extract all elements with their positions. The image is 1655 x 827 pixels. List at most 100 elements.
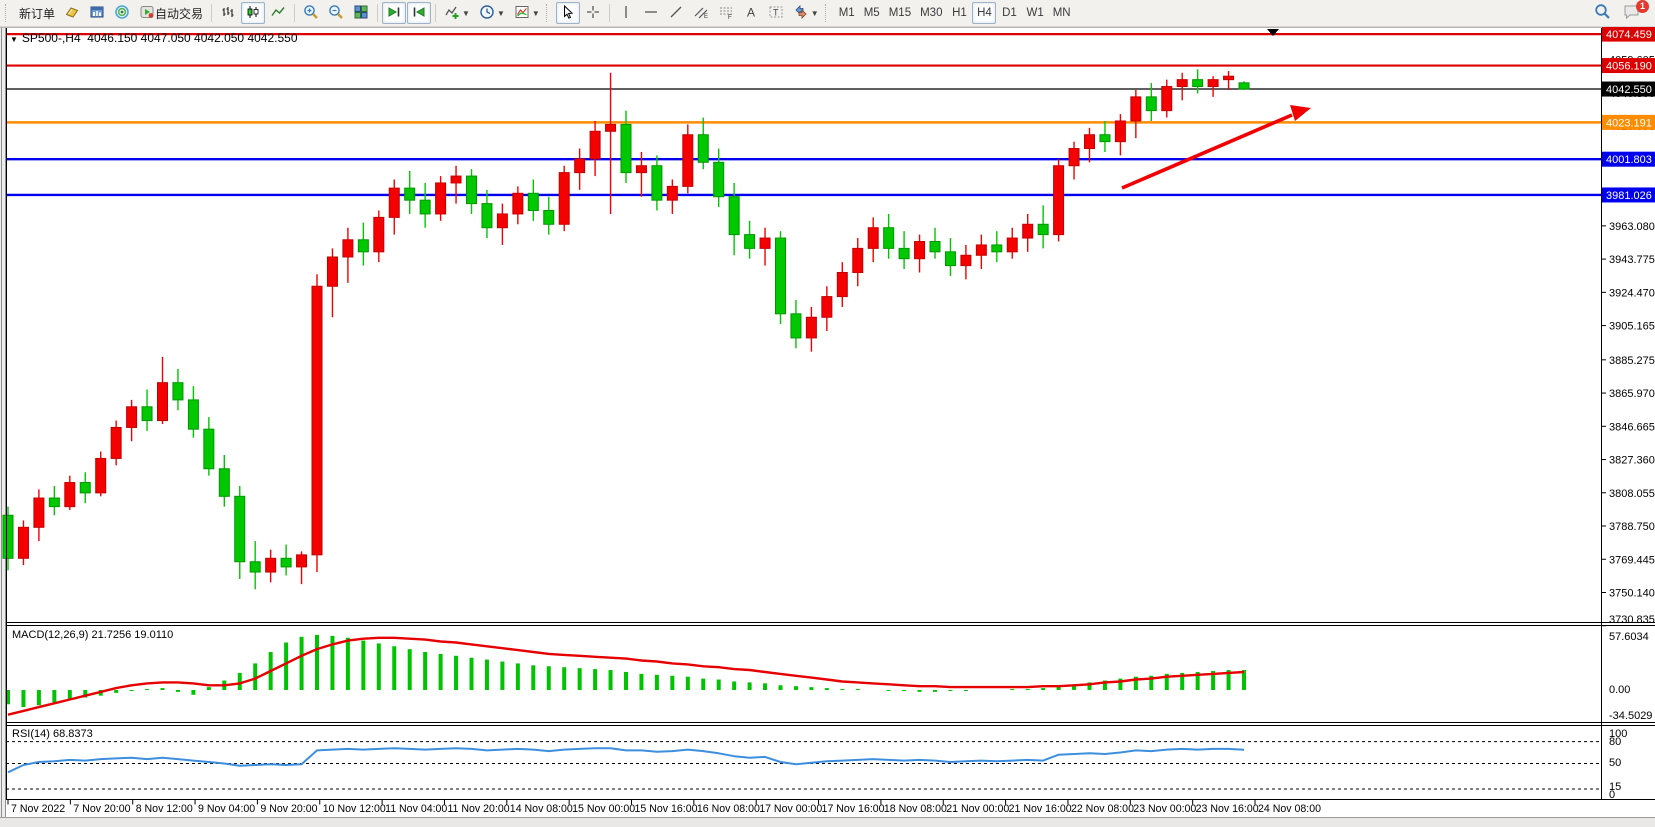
timeframe-button-m1[interactable]: M1	[835, 2, 859, 24]
timeframe-button-h1[interactable]: H1	[947, 2, 971, 24]
trendline-tool-button[interactable]	[664, 2, 688, 24]
line-chart-type-button[interactable]	[266, 2, 290, 24]
candle	[791, 314, 801, 338]
auto-scroll-button[interactable]	[382, 2, 406, 24]
candle	[667, 186, 677, 200]
svg-text:23 Nov 16:00: 23 Nov 16:00	[1196, 803, 1259, 815]
candle	[327, 257, 337, 286]
search-button[interactable]	[1590, 2, 1615, 24]
timeframe-button-mn[interactable]: MN	[1049, 2, 1075, 24]
text-label-tool-button[interactable]: T	[764, 2, 788, 24]
candle	[250, 562, 260, 572]
timeframe-button-m15[interactable]: M15	[885, 2, 915, 24]
candlestick-chart-type-button[interactable]	[241, 2, 265, 24]
toolbar-grip[interactable]	[546, 4, 552, 22]
cursor-button[interactable]	[556, 2, 580, 24]
clock-icon	[479, 4, 495, 23]
svg-text:80: 80	[1609, 736, 1621, 748]
market-watch-window-button[interactable]	[85, 2, 109, 24]
svg-text:4074.459: 4074.459	[1606, 29, 1652, 41]
candle	[358, 240, 368, 252]
signals-button[interactable]	[110, 2, 134, 24]
candle	[1038, 224, 1048, 234]
candle	[945, 252, 955, 266]
timeframe-button-m30[interactable]: M30	[916, 2, 946, 24]
arrows-tool-button[interactable]: ▼	[789, 2, 823, 24]
svg-text:3905.165: 3905.165	[1609, 321, 1655, 333]
timeframe-button-h4[interactable]: H4	[972, 2, 996, 24]
chart-shift-icon	[411, 4, 427, 23]
chart-canvas[interactable]: 3963.0803943.7753924.4703905.1653885.275…	[0, 0, 1655, 827]
svg-text:11 Nov 20:00: 11 Nov 20:00	[447, 803, 509, 815]
candle	[976, 245, 986, 255]
candlestick-icon	[245, 4, 261, 23]
candle	[714, 162, 724, 196]
templates-button[interactable]: ▼	[510, 2, 544, 24]
svg-text:21 Nov 16:00: 21 Nov 16:00	[1009, 803, 1072, 815]
timeframe-button-m5[interactable]: M5	[860, 2, 884, 24]
bottom-strip	[0, 818, 1655, 827]
vertical-line-tool-button[interactable]	[614, 2, 638, 24]
candle	[281, 558, 291, 567]
tile-windows-button[interactable]	[349, 2, 373, 24]
svg-text:3924.470: 3924.470	[1609, 287, 1655, 299]
arrows-icon	[793, 4, 809, 23]
svg-text:23 Nov 00:00: 23 Nov 00:00	[1133, 803, 1196, 815]
chart-window-icon	[89, 4, 105, 23]
periods-button[interactable]: ▼	[475, 2, 509, 24]
svg-text:3730.835: 3730.835	[1609, 614, 1655, 626]
candle	[636, 166, 646, 173]
svg-text:21 Nov 00:00: 21 Nov 00:00	[946, 803, 1009, 815]
new-order-ticket-icon-button[interactable]	[60, 2, 84, 24]
new-order-label: 新订单	[19, 5, 55, 22]
horizontal-line-tool-button[interactable]	[639, 2, 663, 24]
chart-shift-button[interactable]	[407, 2, 431, 24]
candle	[528, 193, 538, 210]
svg-text:3865.970: 3865.970	[1609, 388, 1655, 400]
candle	[1100, 135, 1110, 142]
svg-text:9 Nov 04:00: 9 Nov 04:00	[198, 803, 255, 815]
new-order-button[interactable]: 新订单	[15, 2, 59, 24]
candle	[1193, 80, 1203, 87]
autotrading-button[interactable]: 自动交易	[135, 2, 207, 24]
equidistant-channel-tool-button[interactable]: E	[689, 2, 713, 24]
candle	[389, 188, 399, 217]
toolbar-grip[interactable]	[5, 4, 11, 22]
fibonacci-tool-button[interactable]: F	[714, 2, 738, 24]
candle	[992, 245, 1002, 252]
svg-text:24 Nov 08:00: 24 Nov 08:00	[1258, 803, 1321, 815]
candle	[884, 228, 894, 249]
candle	[1131, 97, 1141, 121]
candle	[497, 214, 507, 228]
svg-text:14 Nov 08:00: 14 Nov 08:00	[510, 803, 573, 815]
crosshair-button[interactable]	[581, 2, 605, 24]
candle	[729, 197, 739, 235]
bar-chart-type-button[interactable]	[216, 2, 240, 24]
separator	[609, 4, 610, 22]
cursor-icon	[560, 4, 576, 23]
separator	[211, 4, 212, 22]
svg-text:3788.750: 3788.750	[1609, 521, 1655, 533]
svg-text:57.6034: 57.6034	[1609, 631, 1649, 643]
trendline-icon	[668, 4, 684, 23]
timeframe-button-d1[interactable]: D1	[997, 2, 1021, 24]
candle	[158, 383, 168, 421]
candle	[915, 241, 925, 258]
zoom-out-button[interactable]	[324, 2, 348, 24]
zoom-in-button[interactable]	[299, 2, 323, 24]
candle	[868, 228, 878, 249]
notifications-button[interactable]: 1	[1619, 2, 1645, 24]
svg-text:3750.140: 3750.140	[1609, 587, 1655, 599]
fibonacci-icon: F	[718, 4, 734, 23]
candle	[266, 558, 276, 572]
signal-icon	[114, 4, 130, 23]
indicators-button[interactable]: ▼	[440, 2, 474, 24]
toolbar-grip[interactable]	[825, 4, 831, 22]
text-tool-button[interactable]: A	[739, 2, 763, 24]
svg-text:4056.190: 4056.190	[1606, 61, 1652, 73]
chevron-down-icon: ▼	[811, 9, 819, 18]
timeframe-button-w1[interactable]: W1	[1022, 2, 1047, 24]
candle	[1115, 121, 1125, 142]
separator	[435, 4, 436, 22]
line-chart-icon	[270, 4, 286, 23]
